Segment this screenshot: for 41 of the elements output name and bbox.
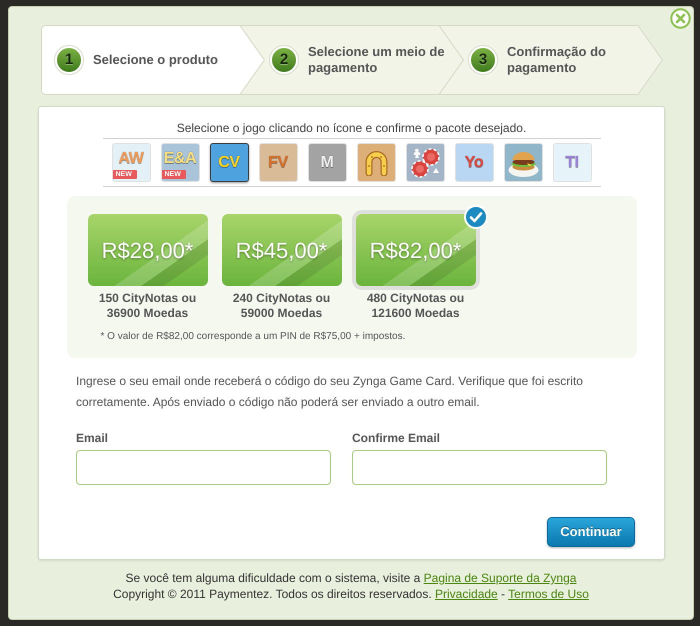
email-input[interactable]	[76, 450, 331, 485]
field-label: Email	[76, 430, 110, 446]
package-description: 150 CityNotas ou 36900 Moedas	[98, 291, 198, 321]
horseshoe-icon	[362, 149, 390, 176]
continue-button[interactable]: Continuar	[547, 517, 635, 547]
game-tile[interactable]: M	[308, 143, 346, 182]
package-description: 240 CityNotas ou 59000 Moedas	[232, 291, 332, 321]
copyright-text: Copyright © 2011 Paymentez. Todos os direitos reservados. Privacidade - Termos de Uso	[112, 586, 590, 602]
package-card[interactable]: R$45,00*	[222, 214, 342, 286]
footnote-text: * O valor de R$82,00 corresponde a um PIN de R$75,00 + impostos.	[100, 330, 406, 343]
support-link[interactable]: Pagina de Suporte da Zynga	[424, 571, 576, 585]
instruction-text: Selecione o jogo clicando no ícone e confirme o pacote desejado.	[176, 120, 528, 136]
footer-link[interactable]: Termos de Uso	[508, 587, 589, 601]
game-tile[interactable]: TI	[552, 143, 592, 182]
step-label: Confirmação do pagamento	[507, 44, 607, 76]
support-text: Se você tem alguma dificuldade com o sistema, visite a Pagina de Suporte da Zynga	[124, 570, 578, 586]
game-tile[interactable]	[504, 143, 542, 182]
game-logo: AW	[118, 150, 144, 166]
checkmark-icon	[464, 205, 488, 229]
game-tile[interactable]: FV	[258, 143, 298, 182]
email-input[interactable]	[352, 450, 607, 485]
package-description: 480 CityNotas ou 121600 Moedas	[366, 291, 466, 321]
game-tile[interactable]: Yo	[454, 143, 494, 182]
game-logo: M	[320, 154, 334, 171]
step-label: Selecione um meio de pagamento	[308, 44, 446, 76]
package-card[interactable]: R$82,00*	[356, 214, 476, 286]
game-tile[interactable]	[356, 143, 396, 182]
game-tile[interactable]: CV	[210, 143, 248, 182]
poker-chips-icon	[408, 146, 442, 179]
game-logo: TI	[565, 154, 579, 171]
game-logo: E&A	[164, 150, 196, 166]
game-logo: Yo	[464, 154, 484, 171]
game-tile[interactable]	[406, 143, 444, 182]
footer-link[interactable]: Privacidade	[435, 587, 498, 601]
instructions-text: Ingrese o seu email onde receberá o código do seu Zynga Game Card. Verifique que foi escrito corretamente. Após enviado o código não poderá ser enviado a outro email.	[76, 373, 584, 411]
package-card[interactable]: R$28,00*	[88, 214, 208, 286]
close-icon[interactable]	[670, 8, 691, 29]
game-logo: CV	[218, 154, 240, 171]
field-label: Confirme Email	[352, 430, 442, 446]
game-logo: FV	[268, 154, 288, 171]
step-label: Selecione o produto	[93, 52, 219, 68]
